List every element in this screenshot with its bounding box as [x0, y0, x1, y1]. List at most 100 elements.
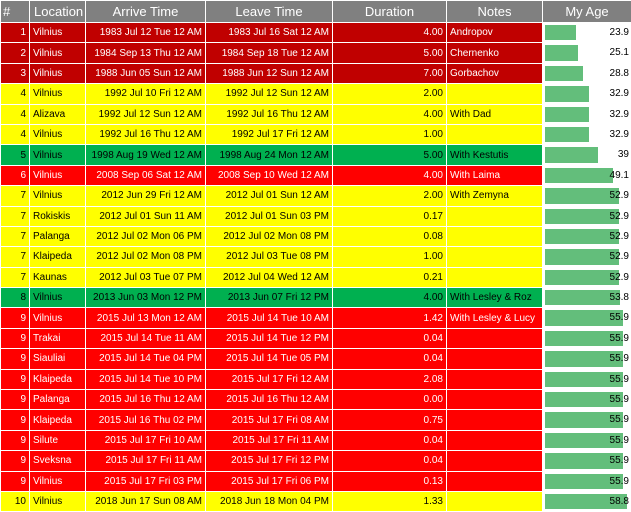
cell-notes[interactable]: [447, 328, 543, 348]
cell-leave-time[interactable]: 2015 Jul 14 Tue 10 AM: [206, 308, 333, 328]
cell-duration[interactable]: 1.00: [333, 124, 447, 144]
cell-leave-time[interactable]: 1992 Jul 17 Fri 12 AM: [206, 124, 333, 144]
cell-my-age[interactable]: 55.9: [543, 349, 631, 369]
cell-notes[interactable]: [447, 430, 543, 450]
cell-number[interactable]: 9: [1, 369, 30, 389]
cell-number[interactable]: 5: [1, 145, 30, 165]
cell-duration[interactable]: 0.04: [333, 430, 447, 450]
cell-number[interactable]: 9: [1, 349, 30, 369]
cell-leave-time[interactable]: 2012 Jul 02 Mon 08 PM: [206, 226, 333, 246]
cell-notes[interactable]: [447, 247, 543, 267]
cell-arrive-time[interactable]: 1988 Jun 05 Sun 12 AM: [86, 63, 206, 83]
column-header-duration[interactable]: Duration: [333, 1, 447, 23]
cell-notes[interactable]: [447, 206, 543, 226]
cell-arrive-time[interactable]: 2015 Jul 13 Mon 12 AM: [86, 308, 206, 328]
cell-number[interactable]: 7: [1, 247, 30, 267]
cell-my-age[interactable]: 52.9: [543, 206, 631, 226]
cell-arrive-time[interactable]: 2015 Jul 17 Fri 11 AM: [86, 451, 206, 471]
cell-location[interactable]: Siauliai: [30, 349, 86, 369]
cell-location[interactable]: Vilnius: [30, 288, 86, 308]
cell-number[interactable]: 1: [1, 23, 30, 43]
cell-arrive-time[interactable]: 1992 Jul 16 Thu 12 AM: [86, 124, 206, 144]
cell-leave-time[interactable]: 2013 Jun 07 Fri 12 PM: [206, 288, 333, 308]
cell-my-age[interactable]: 55.9: [543, 430, 631, 450]
column-header-leave-time[interactable]: Leave Time: [206, 1, 333, 23]
cell-duration[interactable]: 1.00: [333, 247, 447, 267]
cell-arrive-time[interactable]: 1983 Jul 12 Tue 12 AM: [86, 23, 206, 43]
cell-arrive-time[interactable]: 2015 Jul 14 Tue 11 AM: [86, 328, 206, 348]
cell-notes[interactable]: With Zemyna: [447, 186, 543, 206]
cell-arrive-time[interactable]: 2015 Jul 16 Thu 12 AM: [86, 390, 206, 410]
cell-arrive-time[interactable]: 1992 Jul 10 Fri 12 AM: [86, 84, 206, 104]
cell-duration[interactable]: 1.42: [333, 308, 447, 328]
cell-arrive-time[interactable]: 2015 Jul 16 Thu 02 PM: [86, 410, 206, 430]
cell-my-age[interactable]: 52.9: [543, 186, 631, 206]
cell-location[interactable]: Vilnius: [30, 186, 86, 206]
cell-leave-time[interactable]: 1988 Jun 12 Sun 12 AM: [206, 63, 333, 83]
cell-leave-time[interactable]: 1998 Aug 24 Mon 12 AM: [206, 145, 333, 165]
cell-notes[interactable]: [447, 451, 543, 471]
cell-location[interactable]: Palanga: [30, 390, 86, 410]
cell-location[interactable]: Klaipeda: [30, 369, 86, 389]
cell-number[interactable]: 6: [1, 165, 30, 185]
cell-location[interactable]: Sveksna: [30, 451, 86, 471]
cell-notes[interactable]: Chernenko: [447, 43, 543, 63]
cell-leave-time[interactable]: 2015 Jul 14 Tue 12 PM: [206, 328, 333, 348]
cell-arrive-time[interactable]: 2015 Jul 17 Fri 03 PM: [86, 471, 206, 491]
cell-number[interactable]: 7: [1, 186, 30, 206]
cell-number[interactable]: 4: [1, 124, 30, 144]
cell-duration[interactable]: 7.00: [333, 63, 447, 83]
cell-leave-time[interactable]: 2015 Jul 17 Fri 08 AM: [206, 410, 333, 430]
cell-duration[interactable]: 0.21: [333, 267, 447, 287]
cell-my-age[interactable]: 28.8: [543, 63, 631, 83]
cell-duration[interactable]: 0.17: [333, 206, 447, 226]
cell-notes[interactable]: With Kestutis: [447, 145, 543, 165]
cell-location[interactable]: Kaunas: [30, 267, 86, 287]
cell-leave-time[interactable]: 1984 Sep 18 Tue 12 AM: [206, 43, 333, 63]
cell-notes[interactable]: Gorbachov: [447, 63, 543, 83]
cell-arrive-time[interactable]: 1984 Sep 13 Thu 12 AM: [86, 43, 206, 63]
cell-arrive-time[interactable]: 2012 Jul 02 Mon 06 PM: [86, 226, 206, 246]
cell-notes[interactable]: With Lesley & Lucy: [447, 308, 543, 328]
cell-location[interactable]: Vilnius: [30, 43, 86, 63]
cell-leave-time[interactable]: 2012 Jul 04 Wed 12 AM: [206, 267, 333, 287]
cell-arrive-time[interactable]: 2015 Jul 14 Tue 10 PM: [86, 369, 206, 389]
cell-arrive-time[interactable]: 2012 Jul 01 Sun 11 AM: [86, 206, 206, 226]
cell-leave-time[interactable]: 2015 Jul 16 Thu 12 AM: [206, 390, 333, 410]
cell-leave-time[interactable]: 2012 Jul 03 Tue 08 PM: [206, 247, 333, 267]
cell-location[interactable]: Vilnius: [30, 308, 86, 328]
cell-notes[interactable]: With Laima: [447, 165, 543, 185]
cell-duration[interactable]: 2.00: [333, 84, 447, 104]
cell-notes[interactable]: [447, 84, 543, 104]
cell-my-age[interactable]: 55.9: [543, 410, 631, 430]
cell-duration[interactable]: 4.00: [333, 104, 447, 124]
cell-duration[interactable]: 0.08: [333, 226, 447, 246]
cell-notes[interactable]: [447, 226, 543, 246]
cell-my-age[interactable]: 32.9: [543, 84, 631, 104]
cell-duration[interactable]: 4.00: [333, 288, 447, 308]
cell-my-age[interactable]: 32.9: [543, 124, 631, 144]
cell-duration[interactable]: 4.00: [333, 23, 447, 43]
cell-number[interactable]: 9: [1, 471, 30, 491]
cell-duration[interactable]: 4.00: [333, 165, 447, 185]
cell-location[interactable]: Vilnius: [30, 124, 86, 144]
cell-notes[interactable]: [447, 369, 543, 389]
cell-arrive-time[interactable]: 1992 Jul 12 Sun 12 AM: [86, 104, 206, 124]
cell-location[interactable]: Vilnius: [30, 471, 86, 491]
cell-notes[interactable]: [447, 267, 543, 287]
cell-duration[interactable]: 0.13: [333, 471, 447, 491]
column-header-arrive-time[interactable]: Arrive Time: [86, 1, 206, 23]
cell-number[interactable]: 3: [1, 63, 30, 83]
cell-my-age[interactable]: 52.9: [543, 247, 631, 267]
cell-duration[interactable]: 0.04: [333, 328, 447, 348]
cell-number[interactable]: 7: [1, 267, 30, 287]
cell-number[interactable]: 9: [1, 308, 30, 328]
cell-leave-time[interactable]: 2015 Jul 17 Fri 12 AM: [206, 369, 333, 389]
cell-arrive-time[interactable]: 1998 Aug 19 Wed 12 AM: [86, 145, 206, 165]
cell-my-age[interactable]: 39: [543, 145, 631, 165]
cell-duration[interactable]: 0.04: [333, 451, 447, 471]
cell-notes[interactable]: [447, 410, 543, 430]
cell-number[interactable]: 7: [1, 206, 30, 226]
cell-number[interactable]: 2: [1, 43, 30, 63]
cell-location[interactable]: Trakai: [30, 328, 86, 348]
